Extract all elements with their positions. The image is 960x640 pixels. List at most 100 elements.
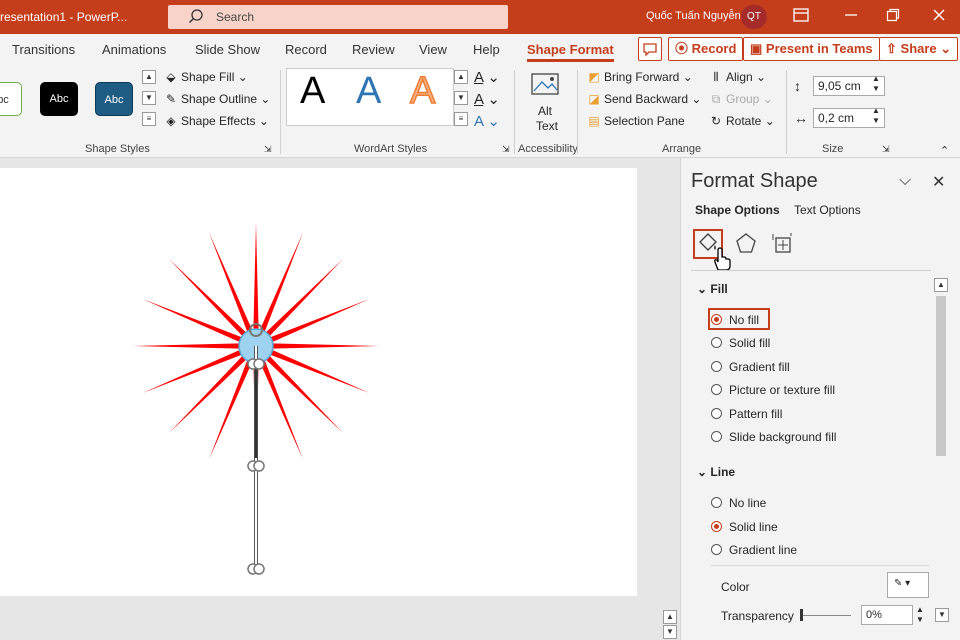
radio-solid-line[interactable]: Solid line [711, 520, 778, 534]
wordart-scroll-up-icon[interactable]: ▲ [454, 70, 468, 84]
styles-more-icon[interactable]: ≡ [142, 112, 156, 126]
size-properties-icon[interactable] [771, 232, 793, 257]
fill-section-header[interactable]: ⌄ Fill [697, 282, 728, 296]
shape-style-swatch-outline[interactable]: bc [0, 82, 22, 116]
pane-options-chevron-icon[interactable]: ⌵ [899, 172, 911, 190]
tab-review[interactable]: Review [352, 42, 395, 57]
dialog-launcher-icon[interactable]: ⇲ [264, 144, 272, 155]
alt-text-button-line2[interactable]: Text [536, 119, 558, 133]
width-spinner-icon[interactable]: ▲ ▼ [872, 106, 880, 126]
radio-label: Gradient line [729, 543, 798, 557]
tab-view[interactable]: View [419, 42, 447, 57]
restore-icon[interactable] [884, 8, 902, 26]
radio-label: Solid fill [729, 336, 771, 350]
group-label-wordart-styles: WordArt Styles [354, 143, 428, 155]
collapse-ribbon-icon[interactable]: ⌃ [940, 144, 949, 157]
shape-fill-button[interactable]: ⬙ Shape Fill ⌄ [163, 70, 247, 84]
chevron-down-icon: ⌄ [697, 465, 708, 479]
record-icon: ⦿ [675, 41, 689, 56]
wordart-style-blue[interactable]: A [356, 70, 381, 113]
search-box[interactable]: Search [168, 5, 508, 29]
shape-outline-button[interactable]: ✎ Shape Outline ⌄ [163, 92, 270, 106]
present-in-teams-label: Present in Teams [765, 41, 873, 56]
pen-outline-icon: ✎ [165, 92, 177, 106]
line-section-header[interactable]: ⌄ Line [697, 465, 735, 479]
tab-record[interactable]: Record [285, 42, 327, 57]
tab-transitions[interactable]: Transitions [12, 42, 75, 57]
effects-pentagon-icon[interactable] [735, 232, 757, 257]
selection-pane-button[interactable]: ▤ Selection Pane [586, 114, 684, 128]
tab-shape-options[interactable]: Shape Options [695, 203, 780, 217]
transparency-slider[interactable] [801, 615, 851, 616]
styles-scroll-down-icon[interactable]: ▼ [142, 91, 156, 105]
share-button[interactable]: ⇧ Share ⌄ [879, 37, 959, 61]
dialog-launcher-icon[interactable]: ⇲ [882, 144, 890, 155]
radio-pattern-fill[interactable]: Pattern fill [711, 407, 782, 421]
ribbon-display-icon[interactable] [792, 8, 810, 26]
group-icon: ⧉ [711, 92, 721, 106]
radio-label: Slide background fill [729, 430, 837, 444]
rotate-button[interactable]: ↻ Rotate ⌄ [708, 114, 775, 128]
color-picker-button[interactable]: ✎ ▾ [887, 572, 929, 598]
shape-style-swatch-blue[interactable]: Abc [95, 82, 133, 116]
transparency-input[interactable]: 0% [861, 605, 913, 625]
slide[interactable] [0, 168, 637, 596]
radio-gradient-line[interactable]: Gradient line [711, 543, 797, 557]
resize-handle[interactable] [247, 460, 265, 472]
scroll-up-icon[interactable]: ▲ [663, 610, 677, 624]
transparency-spinner-icon[interactable]: ▲ ▼ [916, 605, 924, 625]
minimize-icon[interactable] [842, 8, 860, 26]
wordart-style-orange[interactable]: A [409, 69, 436, 113]
resize-handle[interactable] [247, 563, 265, 575]
shape-style-swatch-label: bc [0, 94, 9, 106]
text-effects-button[interactable]: A ⌄ [474, 112, 500, 130]
shape-effects-button[interactable]: ◈ Shape Effects ⌄ [163, 114, 269, 128]
radio-solid-fill[interactable]: Solid fill [711, 336, 770, 350]
resize-handle[interactable] [247, 358, 265, 370]
dialog-launcher-icon[interactable]: ⇲ [502, 144, 510, 155]
comments-button[interactable] [638, 37, 662, 61]
tab-slide-show[interactable]: Slide Show [195, 42, 260, 57]
pane-close-icon[interactable]: ✕ [932, 172, 945, 192]
text-fill-button[interactable]: A ⌄ [474, 68, 500, 86]
tab-shape-format[interactable]: Shape Format [527, 42, 614, 62]
scrollbar-thumb[interactable] [936, 296, 946, 456]
tab-text-options[interactable]: Text Options [794, 203, 861, 217]
radio-no-line[interactable]: No line [711, 496, 766, 510]
radio-picture-fill[interactable]: Picture or texture fill [711, 383, 835, 397]
editor-scrollbar[interactable]: ▲ ▼ [662, 610, 678, 640]
radio-slide-background-fill[interactable]: Slide background fill [711, 430, 836, 444]
wordart-style-black[interactable]: A [300, 70, 325, 113]
bring-forward-button[interactable]: ◩ Bring Forward ⌄ [586, 70, 692, 84]
user-name[interactable]: Quốc Tuấn Nguyễn [646, 10, 741, 22]
tab-help[interactable]: Help [473, 42, 500, 57]
radio-label: Pattern fill [729, 407, 783, 421]
group-button[interactable]: ⧉ Group ⌄ [708, 92, 773, 107]
pane-title: Format Shape [691, 170, 818, 192]
group-label-accessibility: Accessibility [518, 143, 578, 155]
align-button[interactable]: ⫴ Align ⌄ [708, 70, 766, 85]
wordart-more-icon[interactable]: ≡ [454, 112, 468, 126]
styles-scroll-up-icon[interactable]: ▲ [142, 70, 156, 84]
height-spinner-icon[interactable]: ▲ ▼ [872, 74, 880, 94]
radio-gradient-fill[interactable]: Gradient fill [711, 360, 790, 374]
scroll-down-icon[interactable]: ▼ [935, 608, 949, 622]
wordart-scroll-down-icon[interactable]: ▼ [454, 91, 468, 105]
alt-text-button[interactable]: Alt [538, 104, 552, 118]
close-icon[interactable] [930, 8, 948, 26]
radio-no-fill[interactable]: No fill [711, 313, 759, 327]
scroll-down-icon[interactable]: ▼ [663, 625, 677, 639]
star-ray [253, 223, 259, 346]
divider [711, 565, 929, 566]
sunburst-shape[interactable] [0, 168, 637, 596]
pane-scrollbar[interactable]: ▲ [933, 278, 949, 618]
text-outline-button[interactable]: A ⌄ [474, 90, 500, 108]
avatar[interactable]: QT [741, 5, 767, 29]
record-button[interactable]: ⦿ Record [668, 37, 744, 61]
present-in-teams-button[interactable]: ▣ Present in Teams [743, 37, 880, 61]
scroll-up-icon[interactable]: ▲ [934, 278, 948, 292]
send-backward-button[interactable]: ◪ Send Backward ⌄ [586, 92, 701, 106]
transparency-slider-thumb[interactable] [800, 609, 803, 621]
shape-style-swatch-black[interactable]: Abc [40, 82, 78, 116]
tab-animations[interactable]: Animations [102, 42, 166, 57]
